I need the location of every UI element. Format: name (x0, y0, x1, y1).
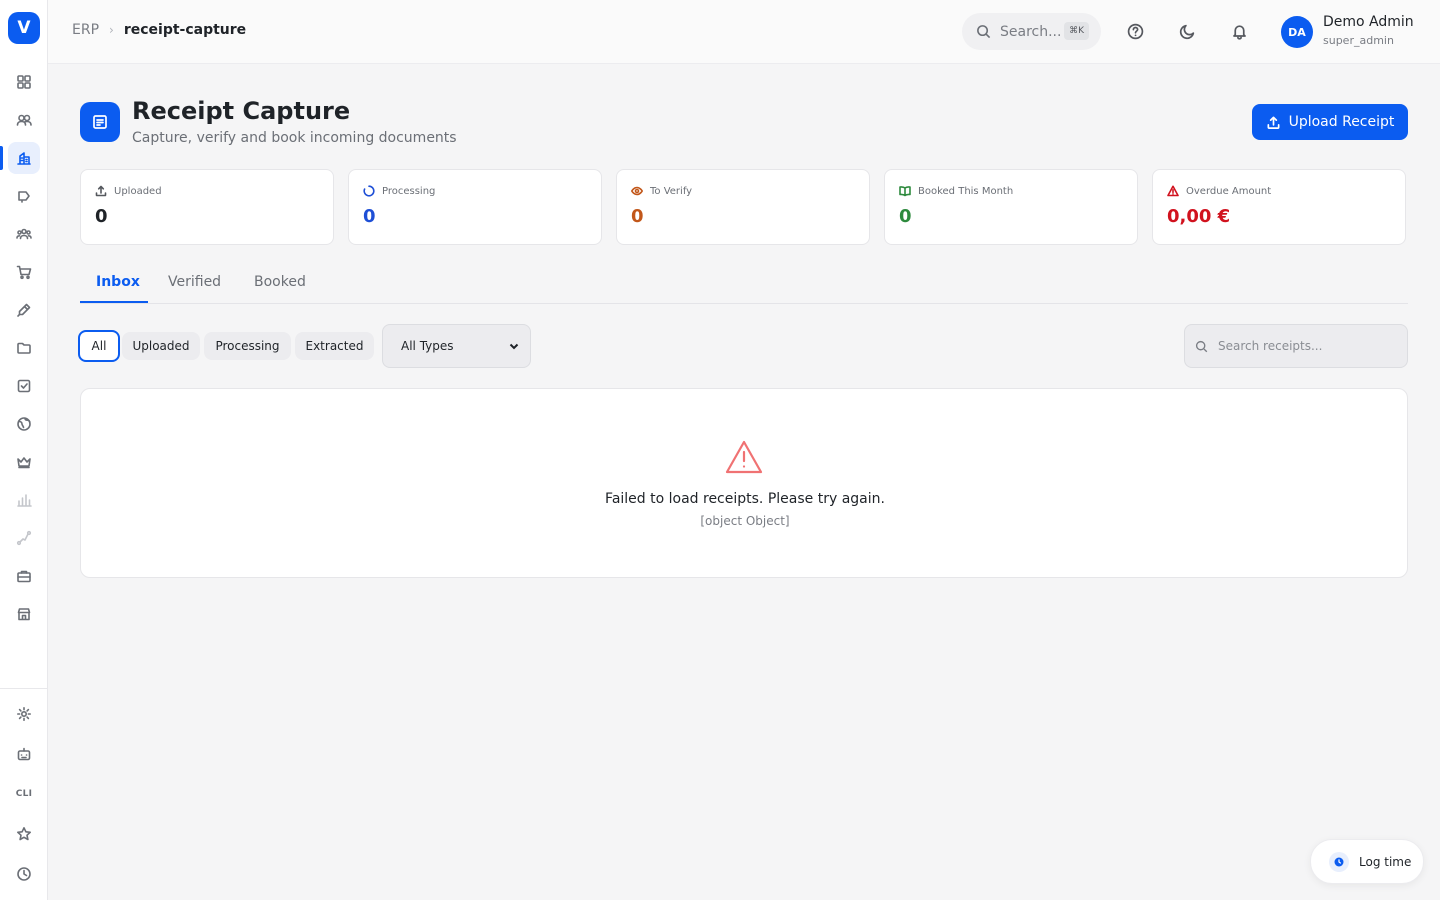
tab-underline (80, 301, 148, 303)
filter-extracted[interactable]: Extracted (295, 332, 374, 360)
tab-booked[interactable]: Booked (254, 274, 306, 290)
page-title: Receipt Capture (132, 97, 351, 125)
stat-label: Overdue Amount (1186, 185, 1272, 197)
tab-verified[interactable]: Verified (168, 274, 221, 290)
receipt-search-placeholder: Search receipts... (1218, 339, 1323, 353)
global-search-placeholder: Search... (1000, 23, 1062, 40)
user-name[interactable]: Demo Admin (1323, 14, 1414, 30)
global-search[interactable]: Search... ⌘K (962, 13, 1101, 50)
stat-value: 0,00 € (1167, 206, 1231, 227)
user-role: super_admin (1323, 34, 1394, 47)
type-select[interactable]: All Types (382, 324, 531, 368)
receipts-error-panel: Failed to load receipts. Please try agai… (80, 388, 1408, 578)
stat-card-processing: Processing 0 (348, 169, 602, 245)
filter-uploaded[interactable]: Uploaded (122, 332, 200, 360)
breadcrumb-root[interactable]: ERP (72, 22, 99, 38)
filter-all[interactable]: All (78, 330, 120, 362)
stat-label: Booked This Month (918, 185, 1014, 197)
stat-value: 0 (631, 206, 644, 227)
type-select-value: All Types (401, 339, 454, 353)
eye-icon (631, 186, 643, 196)
marketing-icon[interactable] (8, 180, 40, 212)
globe-icon[interactable] (8, 408, 40, 440)
chart-icon[interactable] (8, 484, 40, 516)
breadcrumb: ERP › receipt-capture (72, 22, 246, 38)
flow-icon[interactable] (8, 522, 40, 554)
settings-icon[interactable] (8, 698, 40, 730)
help-icon[interactable] (1120, 16, 1150, 46)
stat-card-overdue: Overdue Amount 0,00 € (1152, 169, 1406, 245)
page-subtitle: Capture, verify and book incoming docume… (132, 130, 457, 146)
cli-label: CLI (15, 789, 33, 799)
avatar[interactable]: DA (1281, 16, 1313, 48)
spinner-icon (363, 185, 375, 197)
log-time-button[interactable]: Log time (1310, 839, 1424, 884)
clock-icon[interactable] (8, 858, 40, 890)
sidebar-divider (0, 688, 47, 689)
star-icon[interactable] (8, 818, 40, 850)
book-icon (899, 186, 911, 197)
search-icon (1195, 340, 1208, 352)
dark-mode-icon[interactable] (1172, 16, 1202, 46)
stat-label: Processing (382, 185, 436, 197)
briefcase-icon[interactable] (8, 560, 40, 592)
receipt-icon (80, 102, 120, 142)
stat-label: To Verify (650, 185, 693, 197)
search-icon (977, 25, 991, 39)
tasks-icon[interactable] (8, 370, 40, 402)
stat-label: Uploaded (114, 185, 162, 197)
stat-value: 0 (363, 206, 376, 227)
tab-bar: Inbox Verified Booked (80, 268, 1408, 304)
error-detail: [object Object] (700, 514, 790, 528)
upload-receipt-button[interactable]: Upload Receipt (1252, 104, 1408, 140)
chevron-right-icon: › (109, 23, 114, 37)
upload-icon (1267, 116, 1280, 129)
active-indicator (0, 146, 3, 170)
dashboard-icon[interactable] (8, 66, 40, 98)
bell-icon[interactable] (1224, 16, 1254, 46)
chevron-down-icon (508, 340, 520, 352)
stat-value: 0 (95, 206, 108, 227)
receipt-search-input[interactable]: Search receipts... (1184, 324, 1408, 368)
upload-receipt-label: Upload Receipt (1288, 114, 1395, 130)
search-shortcut-badge: ⌘K (1064, 22, 1089, 40)
timer-icon (1329, 851, 1349, 872)
crown-icon[interactable] (8, 446, 40, 478)
error-message: Failed to load receipts. Please try agai… (605, 491, 885, 507)
log-time-label: Log time (1359, 854, 1412, 869)
robot-icon[interactable] (8, 738, 40, 770)
filter-processing[interactable]: Processing (204, 332, 291, 360)
tab-inbox[interactable]: Inbox (96, 274, 140, 290)
cli-button[interactable]: CLI (8, 778, 40, 810)
warning-icon (725, 439, 763, 475)
stat-value: 0 (899, 206, 912, 227)
finance-icon[interactable] (8, 142, 40, 174)
top-header: ERP › receipt-capture Search... ⌘K DA De… (48, 0, 1440, 64)
upload-icon (95, 185, 107, 197)
app-logo[interactable]: V (8, 12, 40, 44)
pen-icon[interactable] (8, 294, 40, 326)
contacts-icon[interactable] (8, 104, 40, 136)
breadcrumb-current: receipt-capture (123, 22, 247, 38)
team-icon[interactable] (8, 218, 40, 250)
folder-icon[interactable] (8, 332, 40, 364)
warning-icon (1167, 185, 1179, 197)
cart-icon[interactable] (8, 256, 40, 288)
stat-card-booked-month: Booked This Month 0 (884, 169, 1138, 245)
sidebar: V CLI (0, 0, 48, 900)
stat-card-to-verify: To Verify 0 (616, 169, 870, 245)
stat-card-uploaded: Uploaded 0 (80, 169, 334, 245)
store-icon[interactable] (8, 598, 40, 630)
